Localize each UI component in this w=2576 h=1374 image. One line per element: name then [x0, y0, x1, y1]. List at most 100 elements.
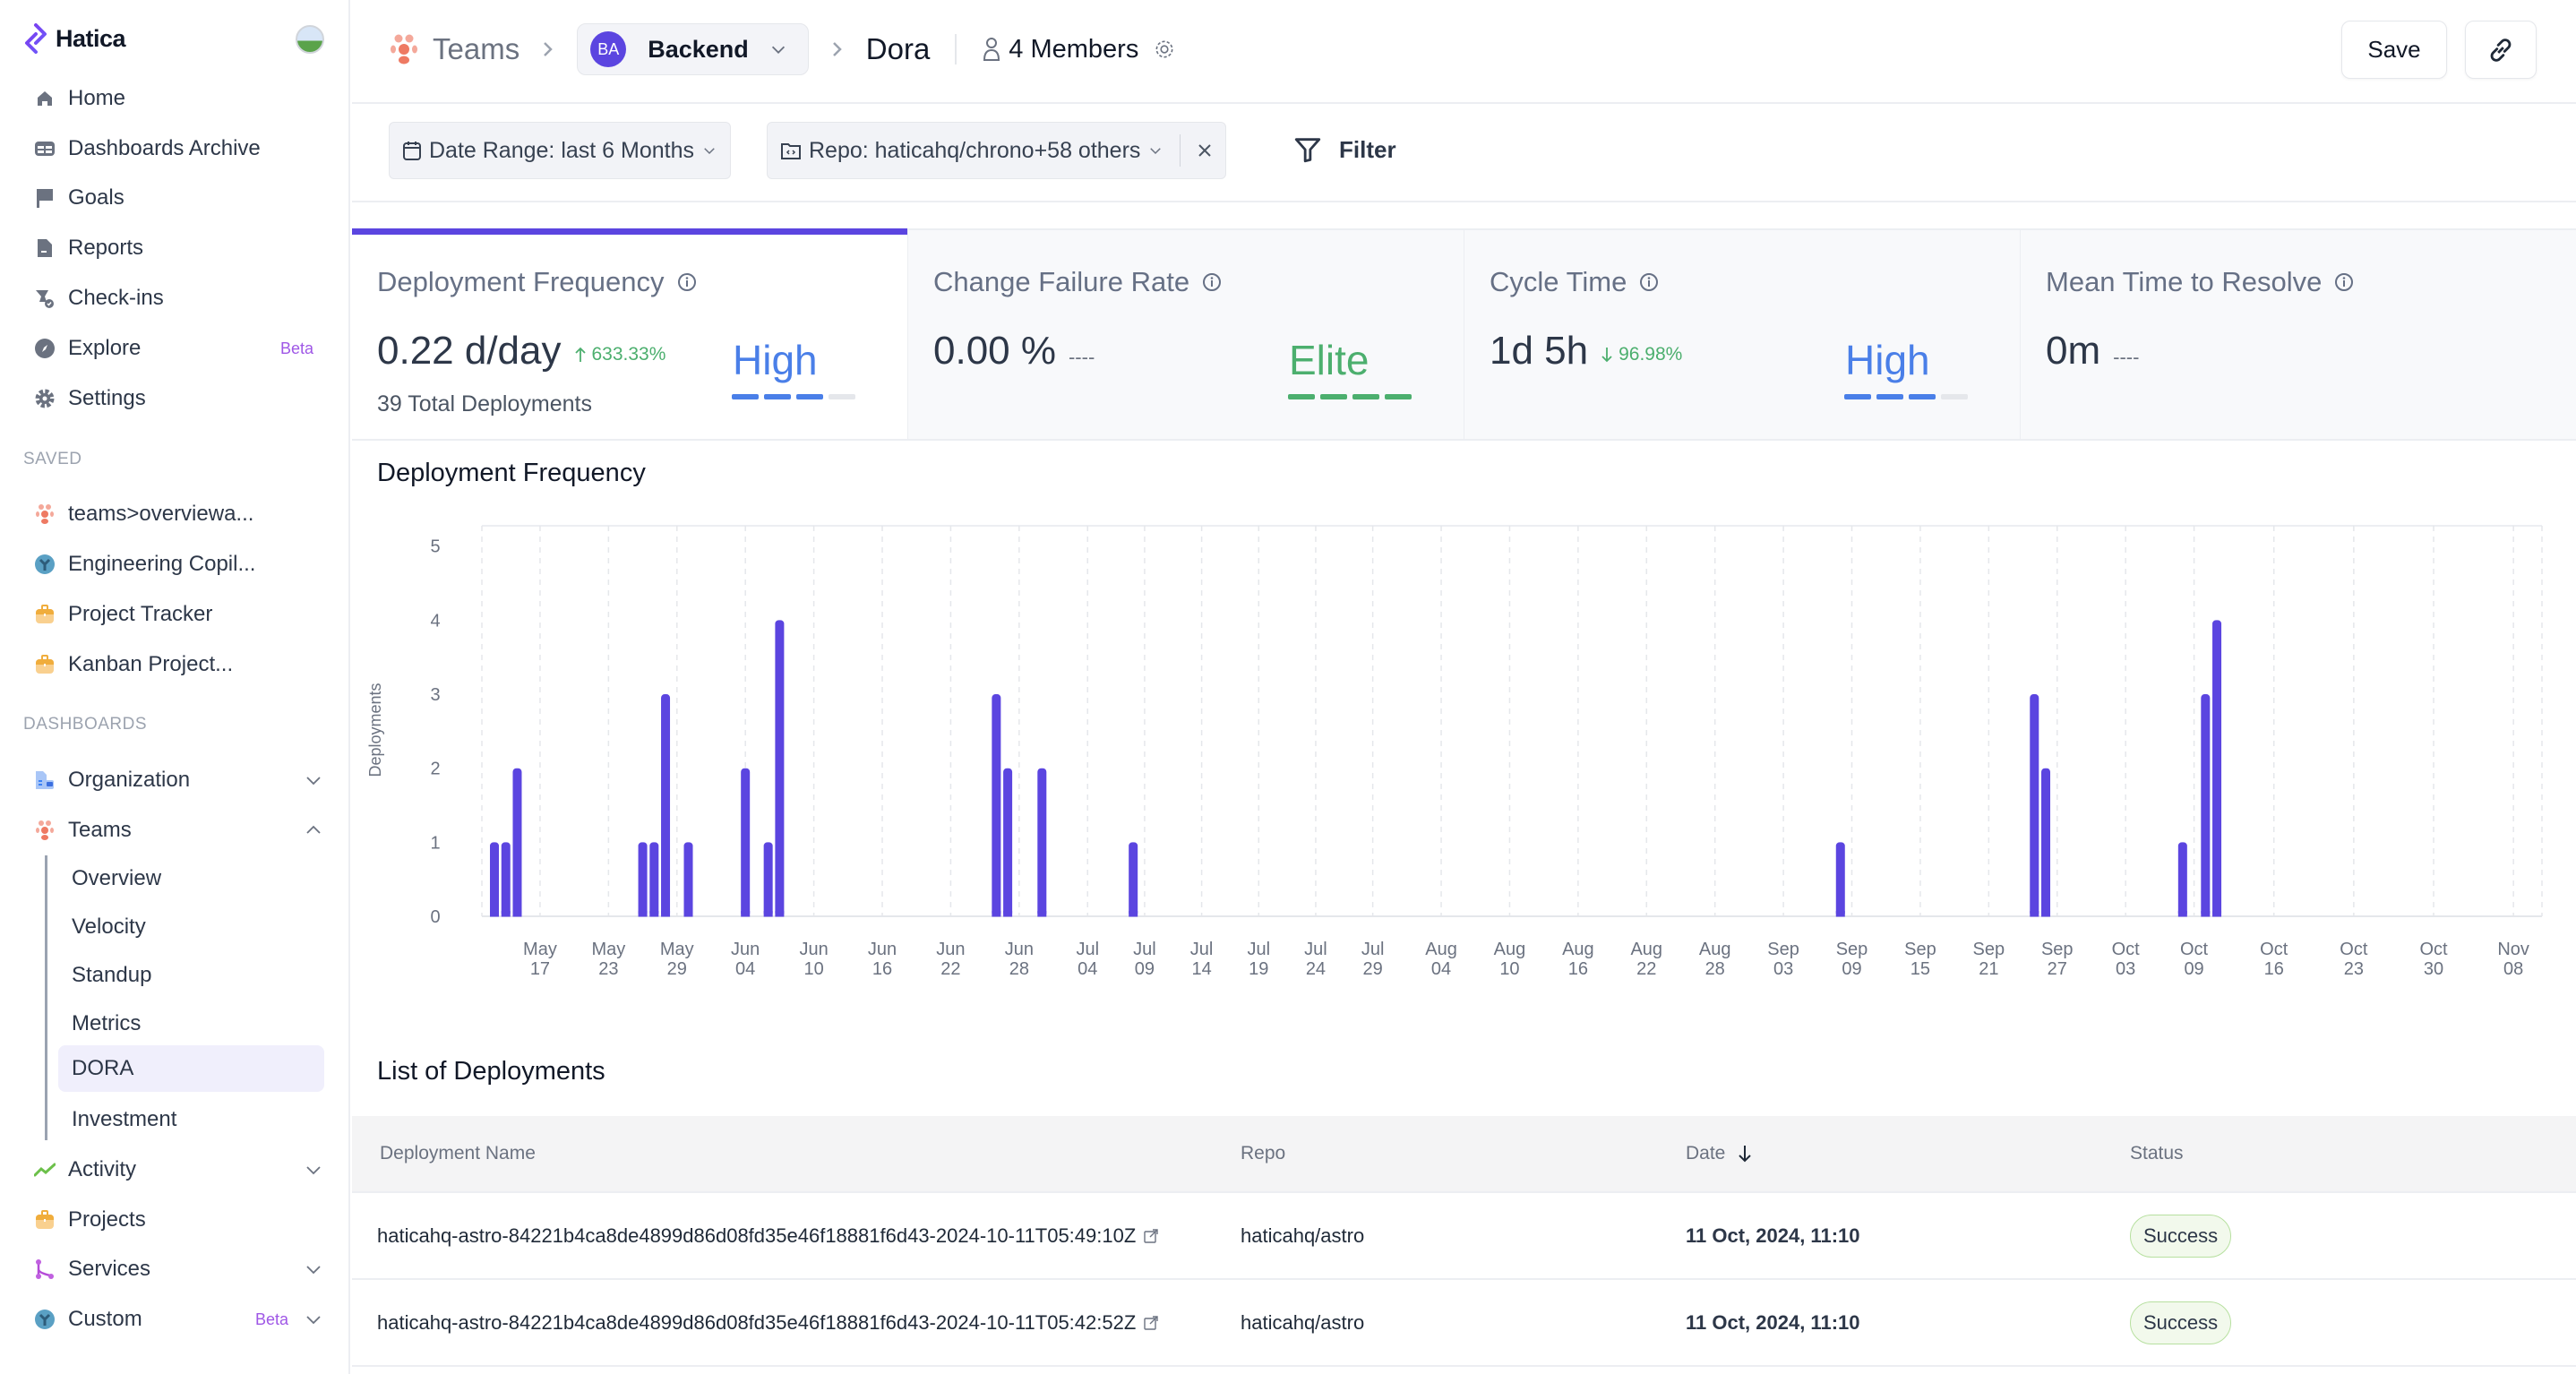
- team-selector[interactable]: BA Backend: [577, 23, 809, 75]
- external-link-icon[interactable]: [1143, 1315, 1159, 1331]
- sidebar-item-projects[interactable]: Projects: [34, 1200, 324, 1240]
- chart-bar: [490, 842, 500, 917]
- sidebar-item-goals[interactable]: Goals: [34, 178, 324, 218]
- sidebar-item-activity[interactable]: Activity: [34, 1150, 324, 1189]
- date-range-label: Date Range: last 6 Months: [429, 137, 694, 163]
- level-indicator-segment: [1941, 394, 1968, 399]
- members-count: 4 Members: [1009, 34, 1139, 64]
- sidebar-item-label: Custom: [68, 1307, 142, 1331]
- sidebar-item-settings[interactable]: Settings: [34, 379, 324, 418]
- teams-icon: [34, 503, 56, 525]
- sidebar-sub-metrics[interactable]: Metrics: [58, 1000, 324, 1047]
- metric-card-cycle-time[interactable]: Cycle Time 1d 5h 96.98% High: [1464, 228, 2020, 439]
- performance-level: Elite: [1289, 337, 1370, 383]
- chart-bar-base: [992, 911, 1001, 917]
- saved-item[interactable]: Project Tracker: [34, 595, 324, 634]
- metric-value: 1d 5h: [1490, 329, 1589, 373]
- chart-bar: [1003, 768, 1013, 917]
- table-row[interactable]: haticahq-astro-84221b4ca8de4899d86d08fd3…: [352, 1193, 2576, 1280]
- sidebar: Hatica Home Dashboards Archive Goals Rep…: [0, 0, 350, 1374]
- x-tick-day: 29: [1363, 959, 1383, 979]
- external-link-icon[interactable]: [1143, 1228, 1159, 1244]
- sidebar-sub-standup[interactable]: Standup: [58, 952, 324, 999]
- info-icon[interactable]: [1202, 272, 1222, 292]
- metric-title: Deployment Frequency: [377, 266, 697, 298]
- x-tick-label: Jun 04: [731, 940, 760, 979]
- close-icon[interactable]: [1197, 142, 1213, 159]
- x-tick-month: Jul: [1304, 940, 1327, 959]
- metric-card-mean-time-to-resolve[interactable]: Mean Time to Resolve 0m ----: [2020, 228, 2576, 439]
- chart-bar: [775, 620, 785, 917]
- x-tick-label: Jun 22: [936, 940, 965, 979]
- column-header-deployment-name[interactable]: Deployment Name: [352, 1143, 1241, 1164]
- x-tick-day: 16: [872, 959, 892, 979]
- x-tick-label: Aug 22: [1630, 940, 1662, 979]
- user-avatar[interactable]: [296, 25, 324, 54]
- gear-icon[interactable]: [1153, 38, 1176, 61]
- performance-level: High: [1845, 337, 1930, 383]
- info-icon[interactable]: [677, 272, 697, 292]
- info-icon[interactable]: [2334, 272, 2354, 292]
- sidebar-sub-overview[interactable]: Overview: [58, 855, 324, 902]
- sidebar-item-label: Check-ins: [68, 286, 164, 310]
- saved-item[interactable]: teams>overviewa...: [34, 494, 324, 534]
- metric-card-deployment-frequency[interactable]: Deployment Frequency 0.22 d/day 633.33% 39 …: [352, 228, 907, 439]
- x-tick-month: Jul: [1133, 940, 1156, 959]
- sidebar-item-check-ins[interactable]: Check-ins: [34, 279, 324, 318]
- date-range-filter[interactable]: Date Range: last 6 Months: [389, 122, 731, 179]
- x-tick-month: Jul: [1361, 940, 1385, 959]
- chart-bar: [501, 842, 511, 917]
- column-header-date[interactable]: Date: [1686, 1143, 2130, 1164]
- x-tick-label: Sep 09: [1836, 940, 1868, 979]
- sidebar-sub-investment[interactable]: Investment: [58, 1096, 324, 1143]
- chart-bar-base: [1835, 911, 1845, 917]
- metric-value: 0.00 %: [933, 329, 1056, 373]
- sort-arrow-down-icon[interactable]: [1736, 1144, 1754, 1164]
- divider: [955, 34, 957, 64]
- sidebar-item-reports[interactable]: Reports: [34, 228, 324, 268]
- column-header-status[interactable]: Status: [2130, 1143, 2576, 1164]
- organization-icon: [34, 769, 56, 791]
- chart-bar: [512, 768, 522, 917]
- x-tick-month: Oct: [2112, 940, 2141, 959]
- copy-link-button[interactable]: [2465, 21, 2537, 79]
- breadcrumb-teams[interactable]: Teams: [433, 32, 519, 66]
- sidebar-item-home[interactable]: Home: [34, 79, 324, 118]
- sidebar-item-teams[interactable]: Teams: [34, 811, 324, 850]
- saved-item[interactable]: Kanban Project...: [34, 645, 324, 684]
- x-tick-day: 04: [1431, 959, 1451, 979]
- repo-filter[interactable]: Repo: haticahq/chrono+58 others: [767, 122, 1227, 179]
- sidebar-sub-velocity[interactable]: Velocity: [58, 904, 324, 950]
- logo[interactable]: Hatica: [23, 23, 126, 54]
- x-tick-label: Jul 19: [1247, 940, 1270, 979]
- x-tick-label: Oct 09: [2180, 940, 2209, 979]
- x-tick-month: May: [660, 940, 694, 959]
- chart-bar-base: [2041, 911, 2051, 917]
- sidebar-item-explore[interactable]: Explore Beta: [34, 329, 324, 368]
- table-row[interactable]: haticahq-astro-84221b4ca8de4899d86d08fd3…: [352, 1280, 2576, 1367]
- sidebar-item-dashboards-archive[interactable]: Dashboards Archive: [34, 129, 324, 168]
- custom-globe-icon: [34, 1309, 56, 1330]
- sidebar-sub-dora[interactable]: DORA: [58, 1045, 324, 1092]
- sidebar-item-services[interactable]: Services: [34, 1249, 324, 1289]
- x-tick-month: Jun: [731, 940, 760, 959]
- column-header-repo[interactable]: Repo: [1241, 1143, 1686, 1164]
- x-tick-day: 14: [1191, 959, 1211, 979]
- save-button[interactable]: Save: [2341, 21, 2447, 79]
- chart-bar: [2212, 620, 2222, 917]
- sidebar-item-custom[interactable]: Custom Beta: [34, 1300, 324, 1339]
- date-cell: 11 Oct, 2024, 11:10: [1686, 1310, 1860, 1334]
- chart-bar-base: [1003, 911, 1013, 917]
- members-button[interactable]: 4 Members: [982, 35, 1176, 64]
- filter-button[interactable]: Filter: [1292, 134, 1396, 165]
- saved-item[interactable]: Engineering Copil...: [34, 545, 324, 584]
- chart-bar: [1037, 768, 1047, 917]
- x-tick-month: Aug: [1699, 940, 1731, 959]
- x-tick-day: 16: [2264, 959, 2284, 979]
- activity-icon: [34, 1159, 56, 1181]
- x-tick-month: Sep: [1904, 940, 1936, 959]
- metric-card-change-failure-rate[interactable]: Change Failure Rate 0.00 % ---- Elite: [907, 228, 1464, 439]
- metric-delta: ----: [2113, 346, 2140, 368]
- sidebar-item-organization[interactable]: Organization: [34, 760, 324, 800]
- info-icon[interactable]: [1639, 272, 1659, 292]
